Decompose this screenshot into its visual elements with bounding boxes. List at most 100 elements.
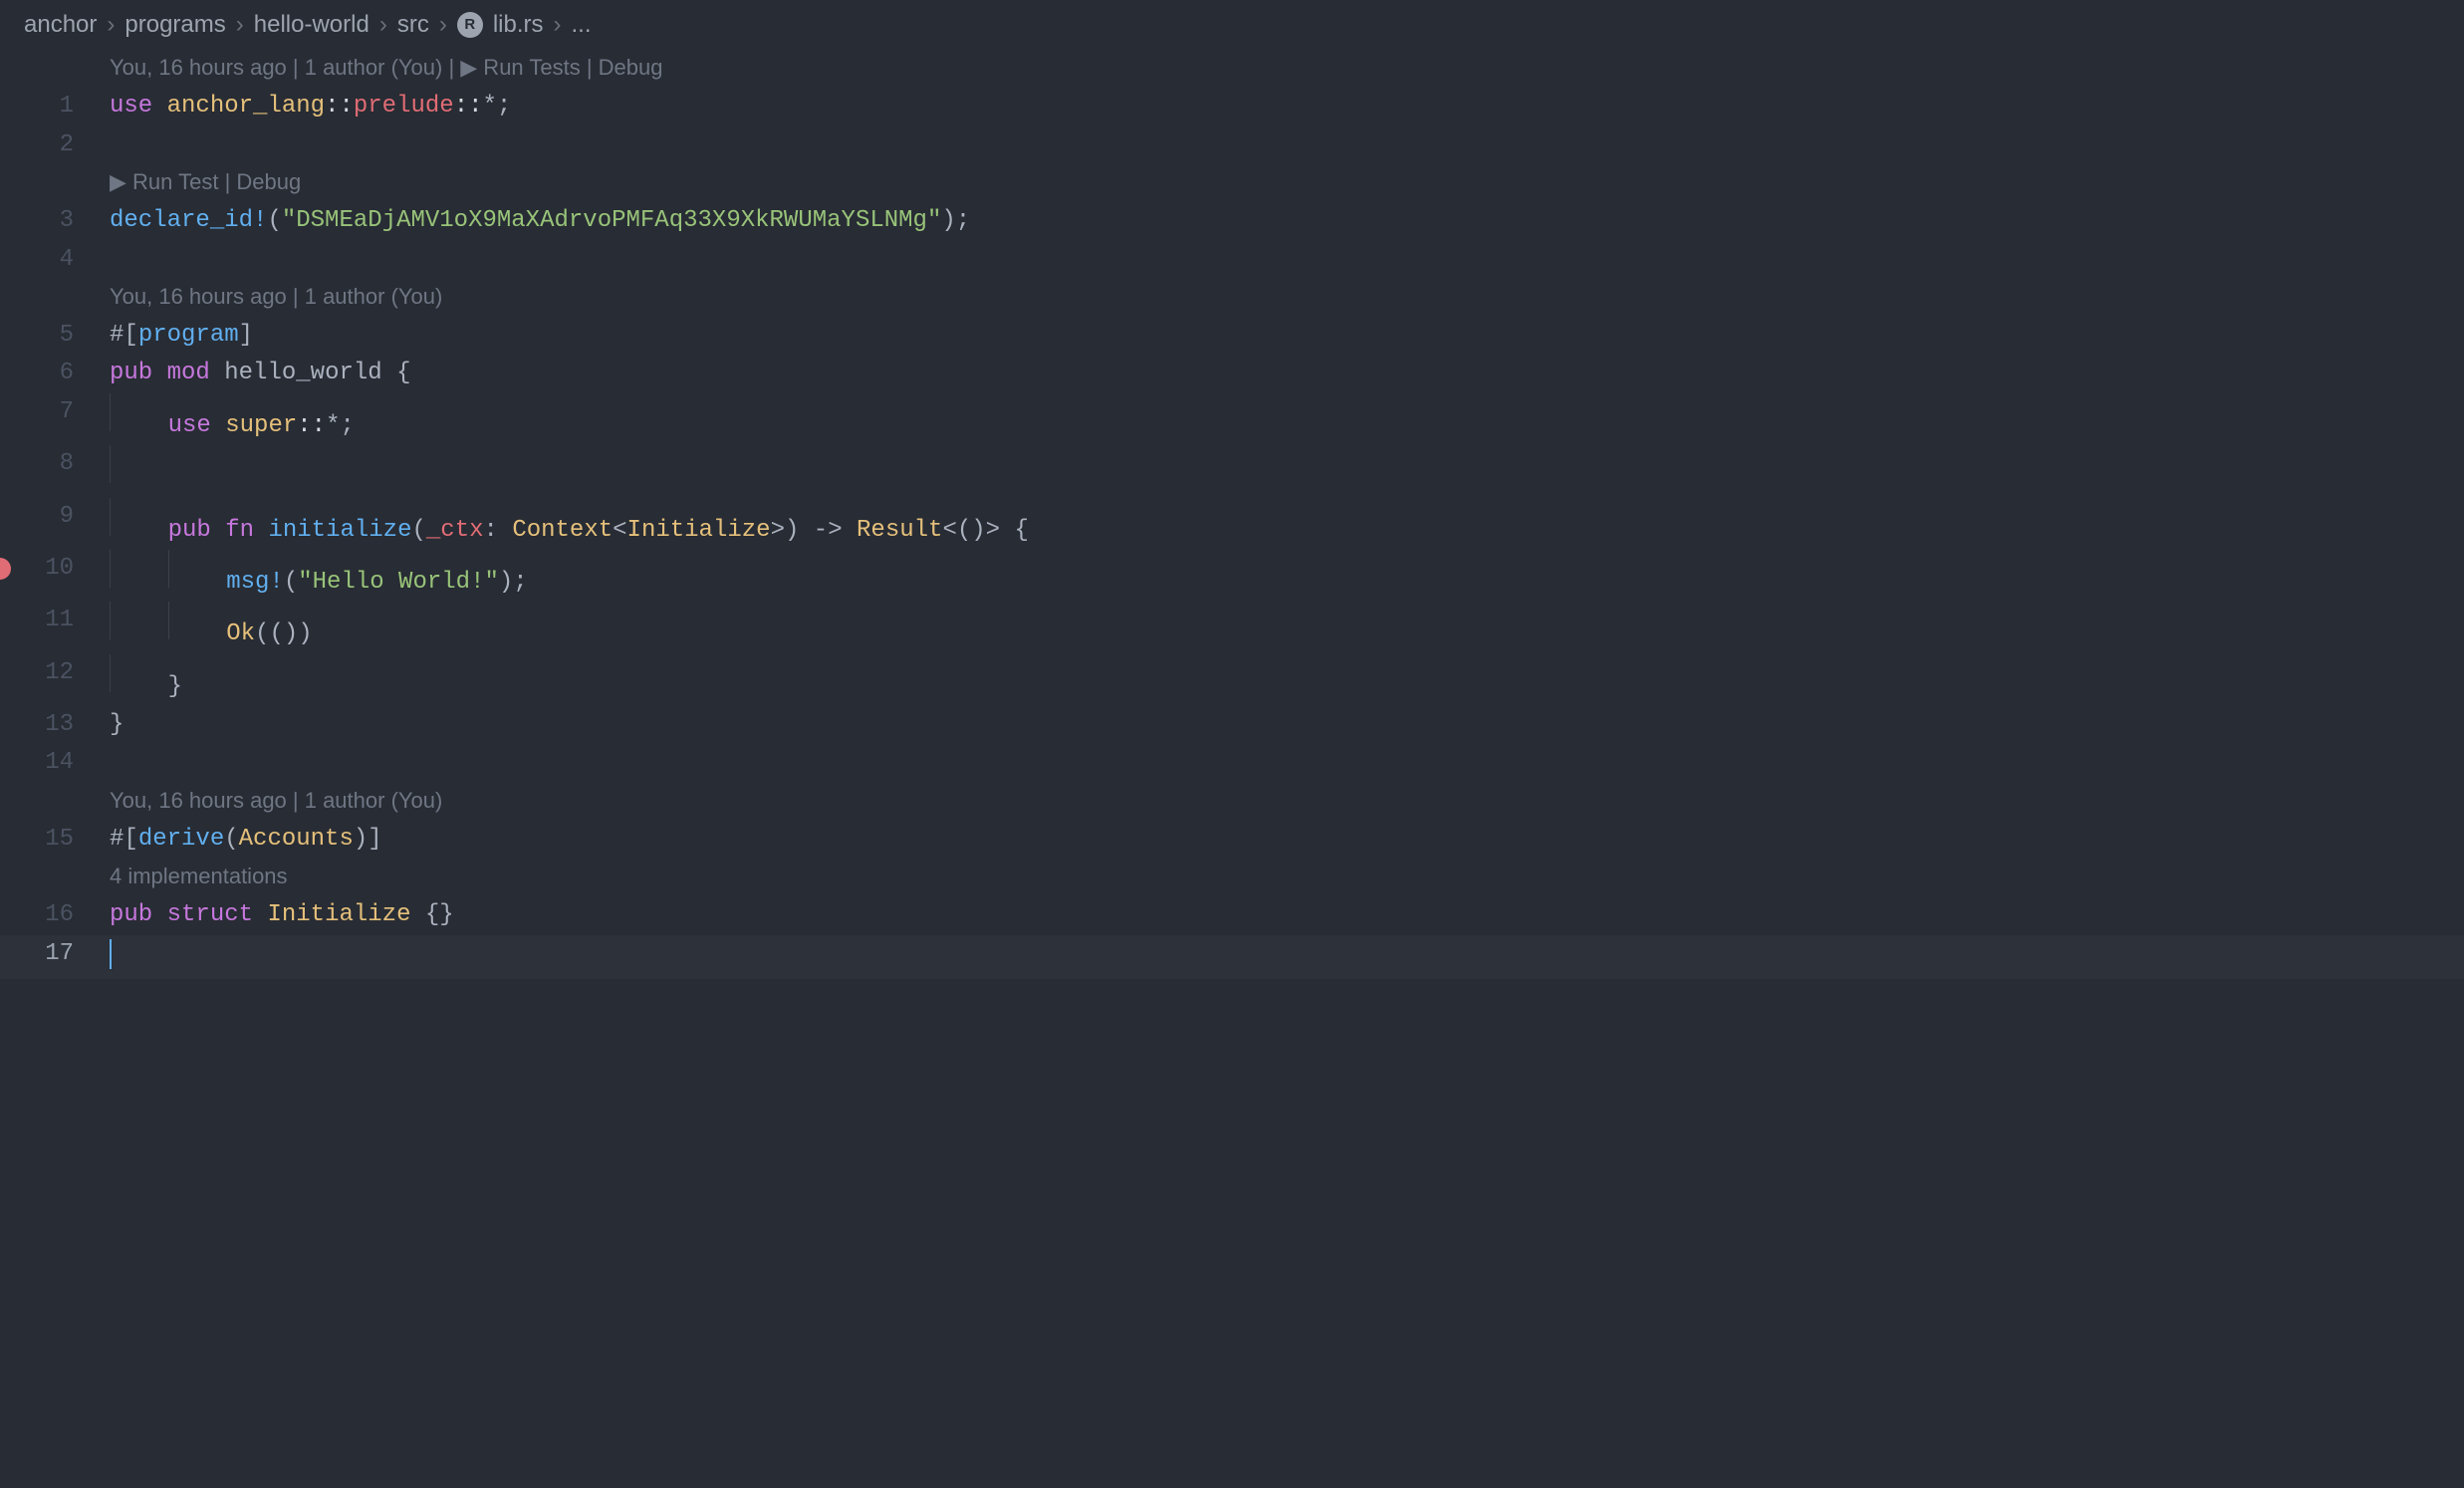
code-line[interactable]: 11 Ok(()) [0,602,2464,653]
punct: > [771,517,785,544]
line-number: 4 [0,241,110,279]
codelens[interactable]: 4 implementations [110,859,288,893]
string: "DSMEaDjAMV1oX9MaXAdrvoPMFAq33X9XkRWUMaY… [282,207,942,234]
code-line[interactable]: 7 use super::*; [0,393,2464,445]
attr-open: #[ [110,826,138,853]
derive-trait: Accounts [239,826,354,853]
code-line[interactable]: 9 pub fn initialize(_ctx: Context<Initia… [0,498,2464,550]
codelens-row: ▶ Run Test | Debug [0,164,2464,202]
line-number: 7 [0,393,110,431]
punct: ) [499,569,513,596]
punct: ( [411,517,425,544]
line-number: 2 [0,126,110,164]
punct: ; [497,93,511,120]
keyword: pub [168,517,211,544]
breadcrumb-item[interactable]: anchor [24,6,97,44]
codelens[interactable]: You, 16 hours ago | 1 author (You) | ▶ R… [110,50,663,85]
codelens[interactable]: ▶ Run Test | Debug [110,164,301,199]
line-number: 14 [0,744,110,782]
breadcrumb-item[interactable]: lib.rs [493,6,544,44]
arrow: -> [814,517,843,544]
code-line[interactable]: 10 msg!("Hello World!"); [0,550,2464,602]
param: _ctx [426,517,484,544]
brace: { [396,360,410,386]
code-line[interactable]: 13 } [0,706,2464,744]
breadcrumb-item[interactable]: src [397,6,429,44]
unit-type: () [957,517,986,544]
attr-close: ] [239,322,253,349]
glob: * [483,93,497,120]
glob: * [326,412,340,439]
codelens-row: 4 implementations [0,859,2464,896]
code-line[interactable]: 3 declare_id!("DSMEaDjAMV1oX9MaXAdrvoPMF… [0,202,2464,240]
chevron-right-icon: › [379,6,387,44]
codelens[interactable]: You, 16 hours ago | 1 author (You) [110,783,442,818]
punct: :: [454,93,483,120]
codelens-row: You, 16 hours ago | 1 author (You) | ▶ R… [0,50,2464,88]
breadcrumb-item[interactable]: hello-world [254,6,370,44]
namespace: anchor_lang [167,93,325,120]
codelens-row: You, 16 hours ago | 1 author (You) [0,783,2464,821]
rust-file-icon: R [457,12,483,38]
line-number: 5 [0,317,110,355]
type: Result [857,517,942,544]
punct: ; [340,412,354,439]
code-line[interactable]: 12 } [0,654,2464,706]
braces: {} [425,901,454,928]
line-number: 6 [0,355,110,392]
keyword: pub [110,901,152,928]
indent-guide [110,602,111,639]
code-line[interactable]: 5 #[program] [0,317,2464,355]
line-number: 15 [0,821,110,859]
code-line[interactable]: 4 [0,241,2464,279]
punct: < [942,517,956,544]
code-line[interactable]: 14 [0,744,2464,782]
code-line[interactable]: 15 #[derive(Accounts)] [0,821,2464,859]
string: "Hello World!" [298,569,499,596]
keyword: mod [167,360,210,386]
macro: declare_id! [110,207,267,234]
indent-guide [110,445,111,483]
line-number: 12 [0,654,110,692]
code-line[interactable]: 6 pub mod hello_world { [0,355,2464,392]
chevron-right-icon: › [439,6,447,44]
cursor [110,939,112,969]
brace: { [1014,517,1028,544]
punct: :: [325,93,354,120]
punct: ) [354,826,368,853]
code-line[interactable]: 1 use anchor_lang::prelude::*; [0,88,2464,125]
brace: } [110,711,123,738]
breadcrumb-item[interactable]: ... [572,6,592,44]
line-number: 16 [0,896,110,934]
punct: ( [284,569,298,596]
attr-close: ] [368,826,381,853]
punct: ( [224,826,238,853]
chevron-right-icon: › [554,6,562,44]
code-editor[interactable]: You, 16 hours ago | 1 author (You) | ▶ R… [0,50,2464,979]
keyword: struct [167,901,253,928]
macro: msg! [226,569,284,596]
code-line[interactable]: 2 [0,126,2464,164]
code-line-current[interactable]: 17 [0,935,2464,979]
function-name: initialize [268,517,411,544]
line-number: 8 [0,445,110,483]
attr-name: derive [138,826,224,853]
indent-guide [110,654,111,692]
variant: Ok [226,620,255,647]
keyword: pub [110,360,152,386]
type: Context [512,517,613,544]
codelens-row: You, 16 hours ago | 1 author (You) [0,279,2464,317]
breadcrumb-item[interactable]: programs [124,6,225,44]
line-number: 10 [0,550,110,588]
code-line[interactable]: 8 [0,445,2464,497]
unit: () [269,620,298,647]
attr-open: #[ [110,322,138,349]
keyword: use [168,412,211,439]
indent-guide [168,550,169,588]
code-line[interactable]: 16 pub struct Initialize {} [0,896,2464,934]
keyword-super: super [225,412,297,439]
punct: ( [267,207,281,234]
codelens[interactable]: You, 16 hours ago | 1 author (You) [110,279,442,314]
module: prelude [354,93,454,120]
module-name: hello_world [224,360,381,386]
